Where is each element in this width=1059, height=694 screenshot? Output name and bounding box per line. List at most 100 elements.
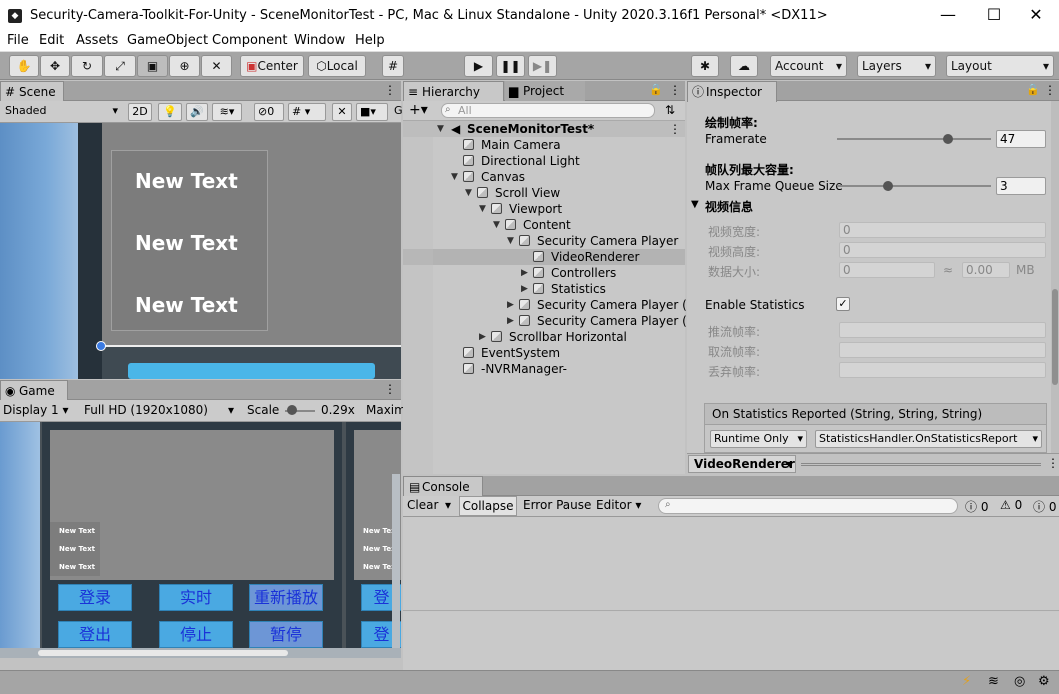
hierarchy-item[interactable]: Directional Light (403, 153, 685, 169)
console-search-input[interactable] (658, 498, 958, 514)
hidden-objects-toggle[interactable]: ⊘0 (254, 103, 284, 121)
framerate-slider[interactable] (837, 138, 991, 140)
arrow-down-icon[interactable]: ▼ (479, 201, 486, 217)
effects-icon[interactable]: ≋▾ (212, 103, 242, 121)
lighting-icon[interactable]: 💡 (158, 103, 182, 121)
replay-button[interactable]: 重新播放 (249, 584, 323, 611)
video-info-header[interactable]: 视频信息 (705, 198, 753, 215)
status-settings-icon[interactable]: ⚙ (1038, 674, 1050, 689)
sort-icon[interactable]: ⇅ (665, 103, 675, 117)
hierarchy-search-input[interactable]: All (441, 103, 655, 118)
tab-scene[interactable]: # Scene (0, 81, 64, 102)
tab-game[interactable]: ◉ Game (0, 380, 68, 401)
cloud-icon[interactable]: ☁ (730, 55, 758, 77)
handler-dropdown[interactable]: StatisticsHandler.OnStatisticsReport ▾ (815, 430, 1042, 448)
layout-dropdown[interactable]: Layout ▾ (946, 55, 1054, 77)
foldout-arrow-icon[interactable]: ▼ (691, 199, 699, 210)
panel-menu-icon[interactable]: ⋮ (384, 83, 396, 97)
rect-tool-icon[interactable]: ▣ (137, 55, 168, 77)
tab-inspector[interactable]: ⓘ Inspector (687, 81, 777, 102)
arrow-down-icon[interactable]: ▼ (507, 233, 514, 249)
hierarchy-item[interactable]: ▼ Security Camera Player (403, 233, 685, 249)
menu-help[interactable]: Help (355, 33, 385, 48)
editor-dropdown[interactable]: Editor ▾ (596, 498, 641, 512)
runtime-mode-dropdown[interactable]: Runtime Only ▾ (710, 430, 807, 448)
hierarchy-item[interactable]: Main Camera (403, 137, 685, 153)
gizmos-icon[interactable]: G (391, 103, 403, 121)
pause-button[interactable]: ❚❚ (496, 55, 525, 77)
scene-viewport[interactable]: New Text New Text New Text (0, 123, 401, 379)
arrow-right-icon[interactable]: ▶ (479, 329, 486, 345)
menu-assets[interactable]: Assets (76, 33, 118, 48)
hierarchy-item[interactable]: -NVRManager- (403, 361, 685, 377)
audio-icon[interactable]: 🔊 (186, 103, 208, 121)
queue-slider[interactable] (837, 185, 991, 187)
stop-button[interactable]: 停止 (159, 621, 233, 648)
scrollbar-thumb[interactable] (38, 650, 288, 656)
inspector-scrollbar[interactable] (1051, 101, 1059, 453)
grid-toggle[interactable]: # ▾ (288, 103, 326, 121)
menu-gameobject[interactable]: GameObject (127, 33, 208, 48)
clear-options-icon[interactable]: ▾ (445, 498, 451, 512)
rect-handle-icon[interactable] (96, 341, 106, 351)
pause-game-button[interactable]: 暂停 (249, 621, 323, 648)
panel-menu-icon[interactable]: ⋮ (384, 382, 396, 396)
arrow-right-icon[interactable]: ▶ (521, 281, 528, 297)
hierarchy-item[interactable]: ▶ Controllers (403, 265, 685, 281)
arrow-right-icon[interactable]: ▶ (507, 297, 514, 313)
hierarchy-item[interactable]: ▼ Content (403, 217, 685, 233)
tab-project[interactable]: ▆ Project (505, 81, 585, 102)
pivot-local-button[interactable]: ⬡Local (308, 55, 366, 77)
tools-icon[interactable]: ✕ (332, 103, 352, 121)
realtime-button[interactable]: 实时 (159, 584, 233, 611)
hierarchy-item[interactable]: VideoRenderer (403, 249, 685, 265)
error-pause-button[interactable]: Error Pause (523, 498, 591, 512)
arrow-down-icon[interactable]: ▼ (465, 185, 472, 201)
collapse-button[interactable]: Collapse (459, 496, 517, 516)
close-button[interactable]: ✕ (1013, 0, 1059, 32)
queue-field[interactable]: 3 (996, 177, 1046, 195)
logout-button[interactable]: 登出 (58, 621, 132, 648)
add-icon[interactable]: +▾ (409, 102, 428, 118)
arrow-down-icon[interactable]: ▼ (451, 169, 458, 185)
status-layers-icon[interactable]: ≋ (988, 674, 999, 689)
transform-tool-icon[interactable]: ⊕ (169, 55, 200, 77)
rotate-tool-icon[interactable]: ↻ (71, 55, 103, 77)
scene-header-row[interactable]: ▼ ◀ SceneMonitorTest* ⋮ (403, 121, 685, 137)
enable-stats-checkbox[interactable]: ✓ (836, 297, 850, 311)
maximize-button[interactable]: ☐ (971, 0, 1017, 32)
menu-window[interactable]: Window (294, 33, 345, 48)
error-count-toggle[interactable]: ⓘ 0 (965, 498, 988, 515)
panel-menu-icon[interactable]: ⋮ (1044, 83, 1056, 97)
scene-menu-icon[interactable]: ⋮ (669, 121, 681, 137)
arrow-right-icon[interactable]: ▶ (521, 265, 528, 281)
clear-button[interactable]: Clear (407, 498, 438, 512)
layers-dropdown[interactable]: Layers ▾ (857, 55, 936, 77)
play-button[interactable]: ▶ (464, 55, 493, 77)
game-viewport[interactable]: New Text New Text New Text 登录 实时 重新播放 登出… (0, 422, 401, 658)
camera-icon[interactable]: ■▾ (356, 103, 388, 121)
inspector-scrollbar-thumb[interactable] (1052, 289, 1058, 385)
hierarchy-item[interactable]: ▼ Canvas (403, 169, 685, 185)
lock-icon[interactable]: 🔒 (649, 83, 663, 96)
step-button[interactable]: ▶❚ (528, 55, 557, 77)
info-count-toggle[interactable]: ⓘ 0 (1033, 498, 1056, 515)
tab-hierarchy[interactable]: ≡ Hierarchy (403, 81, 504, 102)
menu-component[interactable]: Component (212, 33, 287, 48)
game-vertical-scrollbar[interactable] (392, 474, 400, 654)
menu-file[interactable]: File (7, 33, 29, 48)
framerate-slider-knob[interactable] (942, 134, 953, 144)
component-dropdown[interactable]: VideoRenderer ▾ (688, 455, 796, 473)
panel-menu-icon[interactable]: ⋮ (1047, 456, 1059, 470)
hierarchy-item[interactable]: ▶ Security Camera Player (1 (403, 297, 694, 313)
minimize-button[interactable]: — (925, 0, 971, 32)
pivot-center-button[interactable]: ▣Center (240, 55, 304, 77)
resolution-dropdown[interactable]: Full HD (1920x1080) (84, 403, 208, 417)
move-tool-icon[interactable]: ✥ (40, 55, 70, 77)
status-build-icon[interactable]: ⚡ (962, 674, 971, 689)
tab-console[interactable]: ▤ Console (403, 476, 483, 497)
scale-slider-knob[interactable] (287, 405, 297, 415)
console-log-area[interactable] (403, 517, 1059, 611)
hand-tool-icon[interactable]: ✋ (9, 55, 39, 77)
account-dropdown[interactable]: Account ▾ (770, 55, 847, 77)
